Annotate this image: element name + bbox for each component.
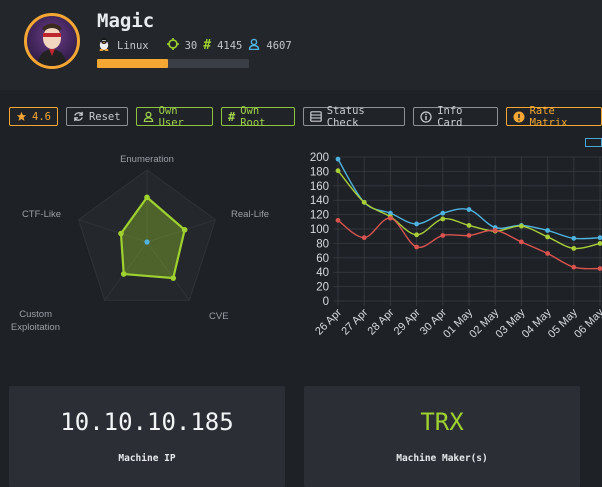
chart-point bbox=[597, 266, 602, 271]
chart-point bbox=[545, 251, 550, 256]
chart-x-tick-label: 29 Apr bbox=[392, 306, 423, 337]
rating-value: 4.6 bbox=[32, 110, 51, 123]
refresh-icon bbox=[73, 111, 84, 122]
user-owns-value: 4145 bbox=[217, 39, 243, 52]
machine-maker-card: TRX Machine Maker(s) bbox=[304, 386, 580, 487]
reset-button[interactable]: Reset bbox=[65, 107, 128, 126]
machine-maker-value: TRX bbox=[420, 408, 464, 436]
chart-point bbox=[571, 264, 577, 270]
radar-point bbox=[170, 275, 177, 281]
chart-point bbox=[466, 233, 472, 238]
rating-radar-chart: Enumeration Real-Life CVE Custom Exploitatio… bbox=[11, 154, 269, 333]
chart-point bbox=[519, 223, 524, 229]
chart-y-tick-label: 60 bbox=[316, 253, 329, 265]
radar-point bbox=[181, 226, 188, 233]
chart-x-tick-label: 26 Apr bbox=[313, 306, 344, 337]
chart-y-tick-label: 80 bbox=[316, 238, 329, 250]
user-icon bbox=[143, 111, 154, 122]
chart-point bbox=[466, 207, 472, 212]
chart-y-tick-label: 200 bbox=[310, 152, 329, 164]
chart-point bbox=[335, 168, 341, 174]
chart-point bbox=[571, 235, 577, 241]
chart-point bbox=[440, 210, 446, 216]
chart-y-tick-label: 120 bbox=[310, 210, 329, 222]
root-owns-icon bbox=[248, 38, 260, 53]
chart-point bbox=[335, 217, 341, 223]
chart-point bbox=[440, 233, 446, 238]
chart-point bbox=[388, 215, 393, 221]
radar-label: Enumeration bbox=[120, 154, 174, 165]
chart-point bbox=[545, 228, 550, 233]
chart-y-tick-label: 0 bbox=[323, 296, 329, 308]
action-toolbar: 4.6 Reset Own User # Own Root Status Che… bbox=[9, 104, 602, 129]
radar-label: CVE bbox=[209, 311, 229, 322]
chart-y-tick-label: 160 bbox=[310, 181, 329, 193]
chart-y-tick-label: 20 bbox=[316, 282, 329, 294]
hash-icon: # bbox=[227, 109, 236, 124]
rate-matrix-button[interactable]: Rate Matrix bbox=[505, 104, 602, 129]
machine-ip-label: Machine IP bbox=[118, 453, 176, 464]
completion-progress-bar bbox=[97, 59, 249, 68]
machine-header: Magic Linux 30 # 4145 4607 bbox=[0, 0, 602, 90]
chart-point bbox=[492, 228, 498, 233]
radar-center bbox=[144, 239, 150, 245]
points-value: 30 bbox=[184, 39, 198, 52]
radar-point bbox=[118, 230, 124, 237]
machine-name: Magic bbox=[97, 10, 155, 32]
chart-point bbox=[414, 232, 419, 238]
info-card-label: Info Card bbox=[437, 104, 463, 129]
own-user-label: Own User bbox=[158, 104, 184, 129]
chart-x-tick-label: 27 Apr bbox=[339, 306, 370, 337]
ownership-line-chart: 02040608010012014016018020026 Apr27 Apr2… bbox=[310, 152, 602, 341]
chart-x-tick-label: 28 Apr bbox=[366, 306, 397, 337]
machine-ip-card: 10.10.10.185 Machine IP bbox=[9, 386, 285, 487]
radar-point bbox=[144, 194, 150, 201]
rating-button[interactable]: 4.6 bbox=[9, 107, 58, 126]
chart-point bbox=[361, 235, 367, 241]
machine-ip-value: 10.10.10.185 bbox=[60, 408, 234, 436]
chart-point bbox=[361, 199, 367, 205]
chart-point bbox=[519, 239, 524, 245]
chart-point bbox=[571, 246, 577, 251]
chart-x-tick-label: 06 May bbox=[572, 306, 602, 340]
user-owns-icon: # bbox=[203, 38, 212, 53]
chart-y-tick-label: 100 bbox=[310, 224, 329, 236]
os-label: Linux bbox=[117, 39, 149, 52]
chart-legend-box[interactable] bbox=[585, 138, 602, 147]
star-icon bbox=[16, 111, 27, 122]
radar-label: Real-Life bbox=[231, 209, 269, 220]
chart-point bbox=[414, 221, 419, 227]
rate-matrix-label: Rate Matrix bbox=[529, 104, 568, 129]
warning-icon bbox=[513, 111, 525, 123]
machine-avatar bbox=[24, 13, 80, 69]
chart-y-tick-label: 180 bbox=[310, 166, 329, 178]
machine-maker-label: Machine Maker(s) bbox=[396, 453, 488, 464]
chart-point bbox=[597, 241, 602, 246]
chart-point bbox=[440, 216, 446, 222]
own-user-button[interactable]: Own User bbox=[135, 104, 213, 129]
chart-y-tick-label: 40 bbox=[316, 267, 329, 279]
linux-icon bbox=[97, 37, 111, 54]
points-icon bbox=[166, 38, 179, 53]
chart-point bbox=[335, 156, 341, 162]
radar-label: CTF-Like bbox=[22, 209, 61, 220]
info-icon bbox=[420, 110, 432, 123]
chart-point bbox=[466, 223, 472, 228]
server-icon bbox=[309, 111, 322, 122]
own-root-button[interactable]: # Own Root bbox=[220, 104, 295, 129]
completion-progress-fill bbox=[97, 59, 169, 68]
chart-y-tick-label: 140 bbox=[310, 195, 329, 207]
status-check-label: Status Check bbox=[326, 104, 365, 129]
status-check-button[interactable]: Status Check bbox=[302, 104, 406, 129]
radar-label: Custom Exploitation bbox=[11, 309, 60, 333]
radar-point bbox=[120, 271, 127, 277]
own-root-label: Own Root bbox=[240, 104, 266, 129]
machine-meta: Linux 30 # 4145 4607 bbox=[97, 37, 292, 54]
chart-point bbox=[545, 234, 550, 240]
reset-label: Reset bbox=[88, 110, 121, 123]
chart-point bbox=[597, 235, 602, 241]
root-owns-value: 4607 bbox=[266, 39, 292, 52]
info-card-button[interactable]: Info Card bbox=[413, 104, 498, 129]
chart-point bbox=[414, 244, 419, 250]
